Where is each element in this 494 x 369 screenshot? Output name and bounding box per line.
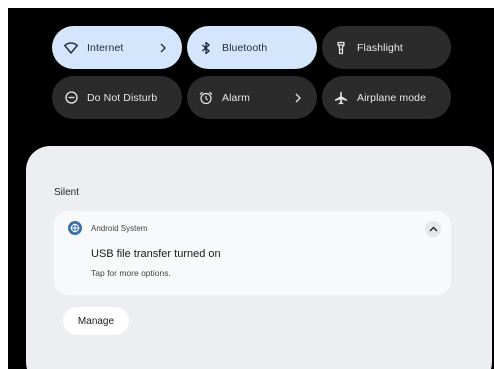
internet-tile[interactable]: Internet <box>52 26 182 69</box>
notification-title: USB file transfer turned on <box>91 248 221 260</box>
chevron-right-icon <box>294 92 304 104</box>
flashlight-tile[interactable]: Flashlight <box>322 26 451 69</box>
expand-notification-button[interactable] <box>425 221 441 237</box>
bluetooth-tile[interactable]: Bluetooth <box>187 26 317 69</box>
alarm-tile[interactable]: Alarm <box>187 76 317 119</box>
chevron-right-icon <box>159 42 169 54</box>
airplane-icon <box>334 91 348 105</box>
silent-section-title: Silent <box>54 187 80 198</box>
airplane-mode-tile-label: Airplane mode <box>357 91 427 104</box>
do-not-disturb-tile-label: Do Not Disturb <box>87 91 158 104</box>
android-system-icon <box>68 221 82 235</box>
notification-text: Tap for more options. <box>91 268 171 278</box>
do-not-disturb-tile[interactable]: Do Not Disturb <box>52 76 182 119</box>
bluetooth-icon <box>199 41 213 55</box>
wifi-icon <box>64 41 78 55</box>
alarm-tile-label: Alarm <box>222 91 250 104</box>
flashlight-icon <box>334 41 348 55</box>
bluetooth-tile-label: Bluetooth <box>222 41 268 54</box>
android-screen: Internet Bluetooth Flashlight Do Not Dis… <box>8 8 494 369</box>
airplane-mode-tile[interactable]: Airplane mode <box>322 76 451 119</box>
flashlight-tile-label: Flashlight <box>357 41 403 54</box>
internet-tile-label: Internet <box>87 41 124 54</box>
do-not-disturb-icon <box>64 91 78 105</box>
manage-button[interactable]: Manage <box>63 307 129 335</box>
notification-card[interactable]: Android System USB file transfer turned … <box>54 211 451 295</box>
alarm-icon <box>199 91 213 105</box>
chevron-up-icon <box>429 226 438 232</box>
notification-app-name: Android System <box>91 224 148 233</box>
